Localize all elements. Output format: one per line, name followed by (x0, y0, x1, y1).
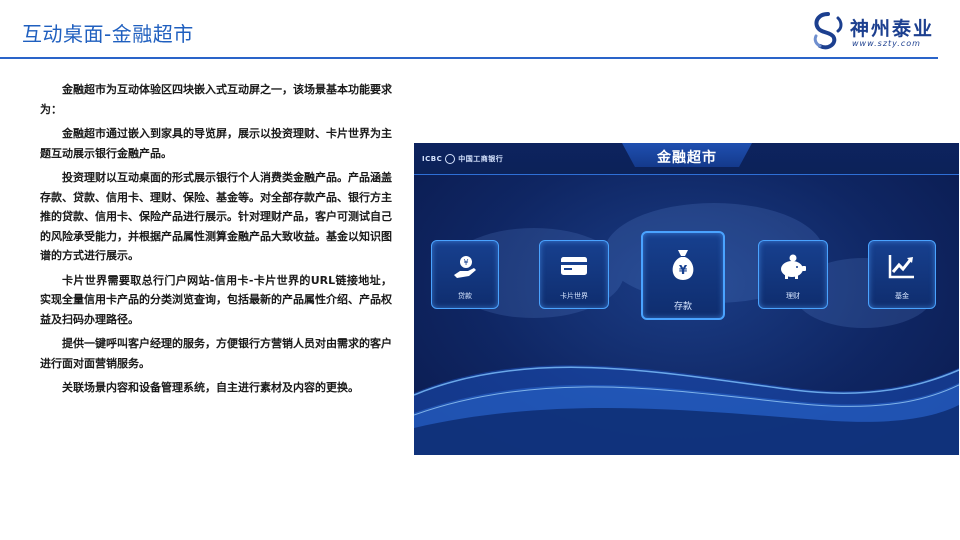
paragraph: 金融超市通过嵌入到家具的导览屏，展示以投资理财、卡片世界为主题互动展示银行金融产… (40, 127, 392, 160)
screen-header-bar: ICBC 中国工商银行 金融超市 (414, 143, 959, 175)
screen-title: 金融超市 (657, 150, 717, 166)
money-bag-icon: ¥ (672, 250, 694, 280)
bank-logo: ICBC 中国工商银行 (422, 154, 503, 164)
company-name: 神州泰业 (850, 18, 935, 40)
bank-name: 中国工商银行 (458, 155, 504, 163)
card-icon (561, 257, 587, 275)
paragraph: 金融超市为互动体验区四块嵌入式互动屏之一，该场景基本功能要求为： (40, 83, 392, 116)
title-divider (0, 57, 938, 59)
tile-loan[interactable]: ¥ 贷款 (431, 240, 499, 309)
trend-chart-icon (888, 255, 914, 279)
company-logo-mark-icon (813, 12, 843, 50)
page-title: 互动桌面-金融超市 (22, 22, 194, 46)
kiosk-screen-preview: ICBC 中国工商银行 金融超市 ¥ 贷款 卡片世界 ¥ 存款 理财 基金 (414, 143, 959, 455)
bank-emblem-icon (445, 154, 456, 164)
paragraph: 提供一键呼叫客户经理的服务，方便银行方营销人员对由需求的客户进行面对面营销服务。 (40, 337, 392, 370)
svg-text:¥: ¥ (679, 263, 688, 277)
company-logo: 神州泰业 www.szty.com (810, 12, 942, 52)
wave-decoration (414, 365, 959, 455)
tile-label: 贷款 (458, 292, 472, 300)
bank-brand: ICBC (422, 155, 443, 163)
tile-fund[interactable]: 基金 (868, 240, 936, 309)
paragraph: 卡片世界需要取总行门户网站-信用卡-卡片世界的URL链接地址，实现全量信用卡产品… (40, 273, 392, 326)
tile-label: 存款 (673, 302, 692, 312)
tile-label: 卡片世界 (560, 292, 588, 300)
description-text: 金融超市为互动体验区四块嵌入式互动屏之一，该场景基本功能要求为： 金融超市通过嵌… (40, 80, 392, 403)
piggy-bank-icon (781, 254, 806, 279)
tile-label: 基金 (895, 292, 909, 300)
company-url: www.szty.com (852, 39, 921, 48)
tile-deposit[interactable]: ¥ 存款 (641, 231, 725, 320)
tile-label: 理财 (786, 292, 800, 300)
svg-text:¥: ¥ (463, 258, 468, 267)
tile-wealth[interactable]: 理财 (758, 240, 828, 309)
tile-card-world[interactable]: 卡片世界 (539, 240, 609, 309)
paragraph: 投资理财以互动桌面的形式展示银行个人消费类金融产品。产品涵盖存款、贷款、信用卡、… (40, 171, 392, 262)
hand-coin-icon: ¥ (454, 256, 476, 278)
paragraph: 关联场景内容和设备管理系统，自主进行素材及内容的更换。 (62, 381, 359, 394)
